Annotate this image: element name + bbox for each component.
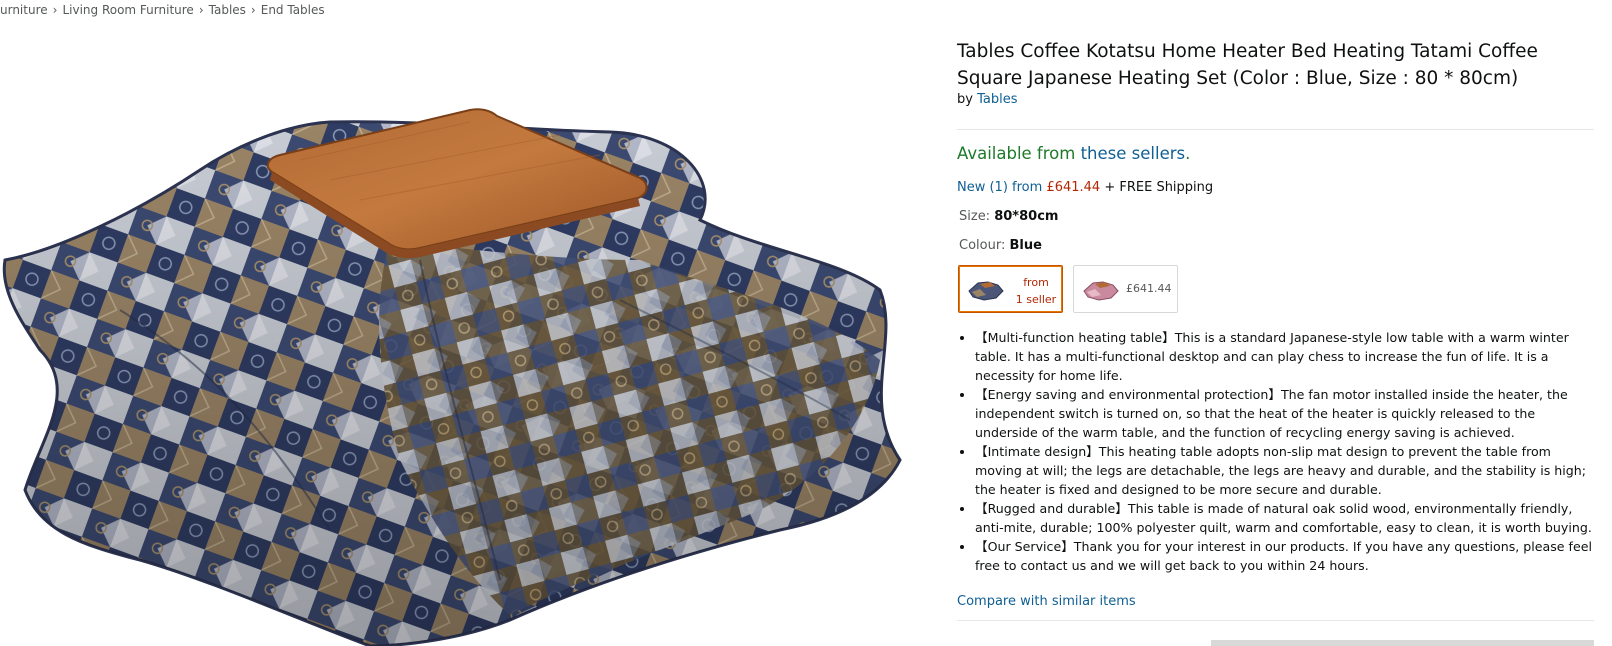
size-label: Size: bbox=[959, 209, 991, 224]
feature-bullets: 【Multi-function heating table】This is a … bbox=[957, 328, 1597, 575]
swatch-line1: from bbox=[1023, 276, 1049, 289]
colour-swatch-pink[interactable]: £641.44 bbox=[1073, 265, 1178, 313]
feature-bullet: 【Multi-function heating table】This is a … bbox=[975, 328, 1597, 385]
size-value: 80*80cm bbox=[994, 209, 1059, 224]
swatch-price: £641.44 bbox=[1126, 282, 1172, 295]
breadcrumb-separator: › bbox=[52, 3, 58, 17]
new-offers-link[interactable]: New (1) from bbox=[957, 180, 1042, 195]
availability-text: Available from these sellers. bbox=[957, 144, 1190, 163]
these-sellers-link[interactable]: these sellers bbox=[1081, 144, 1186, 163]
breadcrumb-item-living-room-furniture[interactable]: Living Room Furniture bbox=[62, 3, 193, 17]
product-title: Tables Coffee Kotatsu Home Heater Bed He… bbox=[957, 41, 1538, 89]
feature-bullet: 【Energy saving and environmental protect… bbox=[975, 385, 1597, 442]
divider bbox=[957, 129, 1594, 130]
shipping-text: + FREE Shipping bbox=[1104, 180, 1214, 195]
availability-prefix: Available from bbox=[957, 144, 1081, 163]
section-bar bbox=[1211, 640, 1594, 646]
breadcrumb-item-end-tables[interactable]: End Tables bbox=[261, 3, 325, 17]
colour-label: Colour: bbox=[959, 238, 1006, 253]
swatch-from-text: from 1 seller bbox=[1013, 274, 1059, 308]
breadcrumb-separator: › bbox=[250, 3, 256, 17]
colour-swatch-blue[interactable]: from 1 seller bbox=[958, 265, 1063, 313]
colour-row: Colour: Blue bbox=[959, 238, 1042, 253]
brand-link[interactable]: Tables bbox=[977, 92, 1017, 107]
colour-value: Blue bbox=[1009, 238, 1042, 253]
feature-bullet: 【Intimate design】This heating table adop… bbox=[975, 442, 1597, 499]
size-row: Size: 80*80cm bbox=[959, 209, 1058, 224]
breadcrumb-separator: › bbox=[198, 3, 204, 17]
swatch-line2: 1 seller bbox=[1015, 293, 1057, 306]
compare-similar-items-link[interactable]: Compare with similar items bbox=[957, 594, 1136, 609]
product-image-kotatsu bbox=[2, 108, 902, 646]
breadcrumb: urniture › Living Room Furniture › Tables › En… bbox=[0, 3, 325, 17]
product-image[interactable] bbox=[0, 60, 930, 646]
byline: by Tables bbox=[957, 92, 1017, 107]
offer-line: New (1) from £641.44 + FREE Shipping bbox=[957, 180, 1213, 195]
swatch-thumbnail-icon bbox=[968, 281, 1004, 301]
availability-suffix: . bbox=[1185, 144, 1191, 163]
offer-price: £641.44 bbox=[1046, 180, 1101, 195]
byline-prefix: by bbox=[957, 92, 973, 107]
swatch-thumbnail-icon bbox=[1083, 281, 1119, 301]
breadcrumb-item-tables[interactable]: Tables bbox=[209, 3, 246, 17]
feature-bullet: 【Our Service】Thank you for your interest… bbox=[975, 537, 1597, 575]
divider bbox=[957, 620, 1594, 621]
breadcrumb-item-furniture[interactable]: urniture bbox=[0, 3, 48, 17]
feature-bullet: 【Rugged and durable】This table is made o… bbox=[975, 499, 1597, 537]
